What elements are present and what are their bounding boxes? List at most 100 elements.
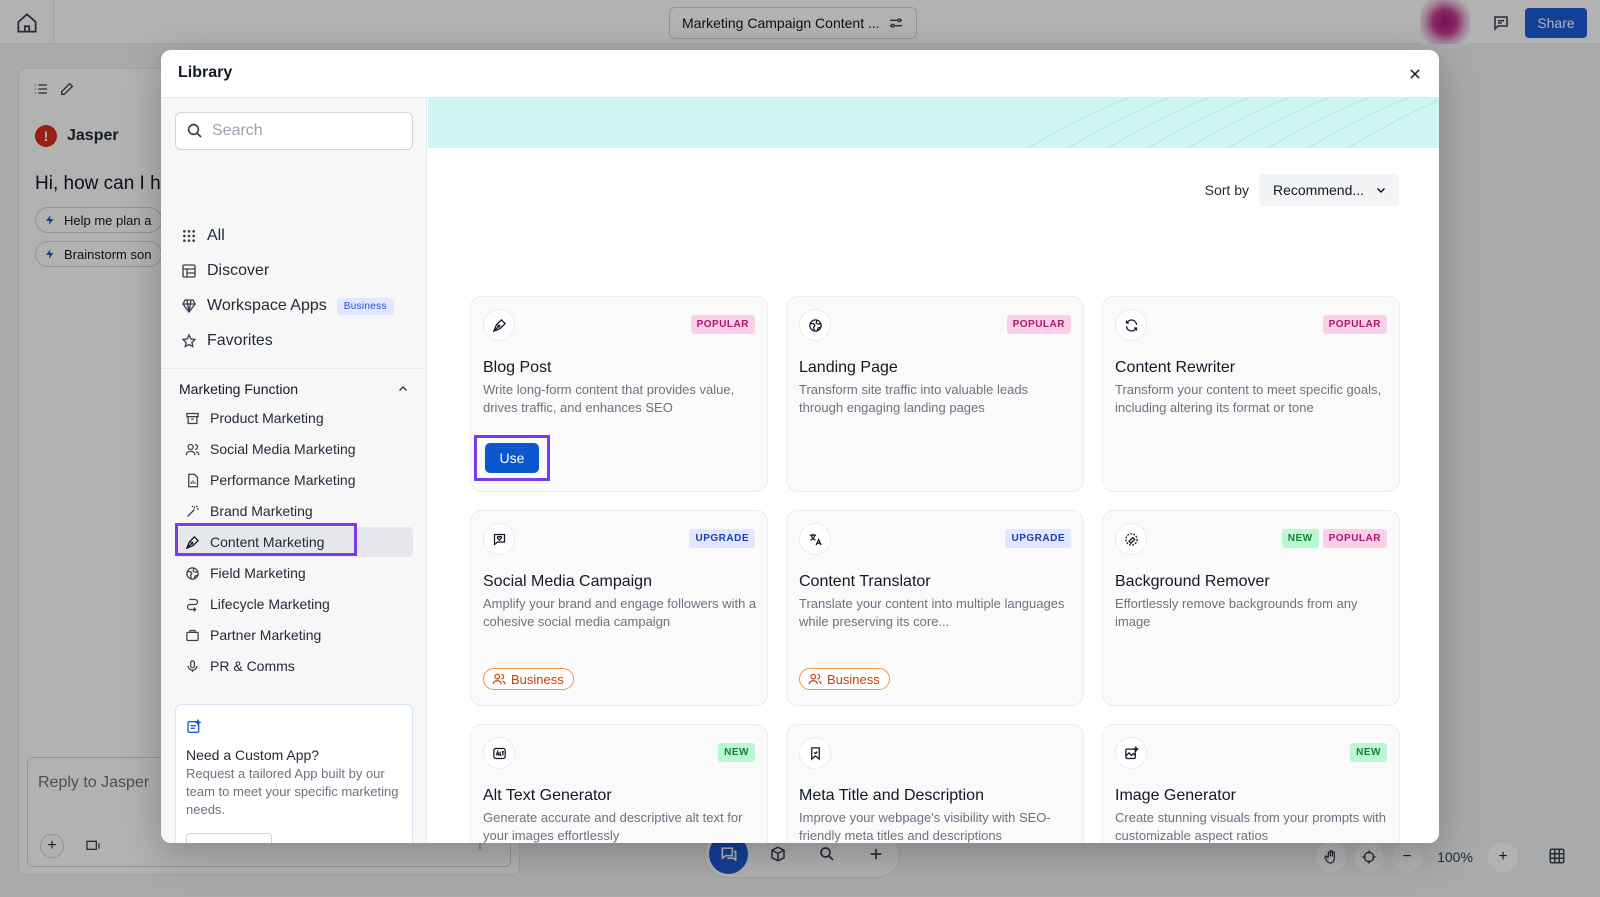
function-item-lifecycle-marketing[interactable]: Lifecycle Marketing	[175, 589, 413, 619]
library-content: Sort by Recommend... POPULAR Blog Post W…	[428, 98, 1439, 843]
users-icon	[808, 673, 822, 685]
grid-dots-icon	[183, 230, 195, 242]
custom-app-title: Need a Custom App?	[186, 747, 320, 763]
badge-popular: POPULAR	[1322, 315, 1387, 334]
nav-item-workspace-apps[interactable]: Workspace Apps Business	[181, 292, 394, 320]
eraser-icon	[1115, 523, 1147, 555]
chevron-down-icon	[1376, 187, 1386, 194]
app-card-content-translator[interactable]: UPGRADE Content Translator Translate you…	[786, 510, 1084, 706]
badge-upgrade: UPGRADE	[1005, 529, 1071, 548]
divider	[161, 368, 427, 369]
chevron-up-icon	[398, 385, 408, 392]
badge-popular: POPULAR	[1322, 529, 1387, 548]
search-icon	[187, 123, 202, 138]
business-tag: Business	[799, 668, 890, 690]
image-sparkle-icon	[1115, 737, 1147, 769]
globe-icon	[186, 566, 199, 580]
function-item-pr-comms[interactable]: PR & Comms	[175, 651, 413, 681]
app-card-alt-text-generator[interactable]: NEW Alt Text Generator Generate accurate…	[470, 724, 768, 843]
card-description: Write long-form content that provides va…	[483, 382, 735, 415]
sort-label: Sort by	[1204, 182, 1249, 198]
banner	[428, 98, 1439, 148]
function-item-performance-marketing[interactable]: Performance Marketing	[175, 465, 413, 495]
section-toggle-marketing-function[interactable]: Marketing Function	[179, 381, 409, 397]
function-item-social-media-marketing[interactable]: Social Media Marketing	[175, 434, 413, 464]
card-description: Transform your content to meet specific …	[1115, 382, 1382, 415]
function-item-content-marketing[interactable]: Content Marketing	[175, 527, 413, 557]
sort-control: Sort by Recommend...	[1205, 174, 1399, 206]
sort-dropdown[interactable]: Recommend...	[1259, 174, 1399, 206]
custom-app-description: Request a tailored App built by our team…	[186, 766, 399, 817]
cycle-icon	[186, 598, 199, 612]
diamond-icon	[182, 299, 196, 314]
request-button[interactable]: Request	[186, 833, 273, 843]
modal-title: Library	[178, 64, 233, 81]
card-title: Meta Title and Description	[799, 787, 984, 804]
file-chart-icon	[188, 473, 199, 487]
card-title: Alt Text Generator	[483, 787, 612, 804]
badge-new: NEW	[1350, 743, 1387, 762]
card-description: Generate accurate and descriptive alt te…	[483, 810, 743, 843]
app-card-content-rewriter[interactable]: POPULAR Content Rewriter Transform your …	[1102, 296, 1400, 492]
card-description: Transform site traffic into valuable lea…	[799, 382, 1029, 415]
message-heart-icon	[483, 523, 515, 555]
refresh-icon	[1115, 309, 1147, 341]
badge-popular: POPULAR	[1006, 315, 1071, 334]
close-icon[interactable]	[1403, 62, 1427, 86]
card-description: Translate your content into multiple lan…	[799, 596, 1065, 629]
pen-nib-icon	[185, 535, 200, 549]
star-icon	[181, 333, 197, 348]
card-title: Content Rewriter	[1115, 359, 1236, 376]
custom-app-icon	[186, 719, 402, 735]
card-title: Blog Post	[483, 359, 552, 376]
card-description: Create stunning visuals from your prompt…	[1115, 810, 1386, 843]
business-tag: Business	[483, 668, 574, 690]
archive-icon	[186, 412, 199, 424]
custom-app-card: Need a Custom App? Request a tailored Ap…	[175, 704, 413, 843]
pen-nib-icon	[483, 309, 515, 341]
function-item-brand-marketing[interactable]: Brand Marketing	[175, 496, 413, 526]
briefcase-icon	[186, 629, 199, 641]
bookmark-icon	[799, 737, 831, 769]
card-title: Content Translator	[799, 573, 931, 590]
function-item-partner-marketing[interactable]: Partner Marketing	[175, 620, 413, 650]
badge-upgrade: UPGRADE	[689, 529, 755, 548]
translate-icon	[799, 523, 831, 555]
function-item-field-marketing[interactable]: Field Marketing	[175, 558, 413, 588]
app-card-landing-page[interactable]: POPULAR Landing Page Transform site traf…	[786, 296, 1084, 492]
search-input[interactable]	[212, 122, 402, 140]
app-card-meta-title-and-description[interactable]: Meta Title and Description Improve your …	[786, 724, 1084, 843]
card-description: Effortlessly remove backgrounds from any…	[1115, 596, 1358, 629]
globe-icon	[799, 309, 831, 341]
wand-icon	[187, 504, 199, 517]
card-description: Improve your webpage's visibility with S…	[799, 810, 1051, 843]
library-modal: Library All Discover Workspace Apps Busi…	[161, 50, 1439, 843]
modal-header: Library	[161, 50, 1439, 98]
card-description: Amplify your brand and engage followers …	[483, 596, 757, 629]
app-card-social-media-campaign[interactable]: UPGRADE Social Media Campaign Amplify yo…	[470, 510, 768, 706]
card-title: Image Generator	[1115, 787, 1236, 804]
section-title: Marketing Function	[179, 381, 299, 397]
layout-icon	[182, 264, 196, 278]
app-card-image-generator[interactable]: NEW Image Generator Create stunning visu…	[1102, 724, 1400, 843]
business-badge: Business	[336, 297, 394, 315]
alt-text-icon	[483, 737, 515, 769]
library-sidebar: All Discover Workspace Apps Business Fav…	[161, 98, 427, 843]
search-box[interactable]	[175, 112, 413, 150]
card-title: Landing Page	[799, 359, 898, 376]
badge-new: NEW	[718, 743, 755, 762]
card-title: Social Media Campaign	[483, 573, 652, 590]
card-title: Background Remover	[1115, 573, 1270, 590]
use-button[interactable]: Use	[485, 443, 539, 473]
app-card-background-remover[interactable]: NEW POPULAR Background Remover Effortles…	[1102, 510, 1400, 706]
users-icon	[185, 443, 200, 455]
banner-pattern	[1027, 98, 1439, 148]
users-icon	[492, 673, 506, 685]
nav-item-all[interactable]: All	[181, 222, 225, 250]
nav-item-favorites[interactable]: Favorites	[181, 327, 273, 355]
function-item-product-marketing[interactable]: Product Marketing	[175, 403, 413, 433]
badge-new: NEW	[1281, 529, 1319, 548]
nav-item-discover[interactable]: Discover	[181, 257, 269, 285]
microphone-icon	[187, 659, 198, 672]
app-card-blog-post[interactable]: POPULAR Blog Post Write long-form conten…	[470, 296, 768, 492]
